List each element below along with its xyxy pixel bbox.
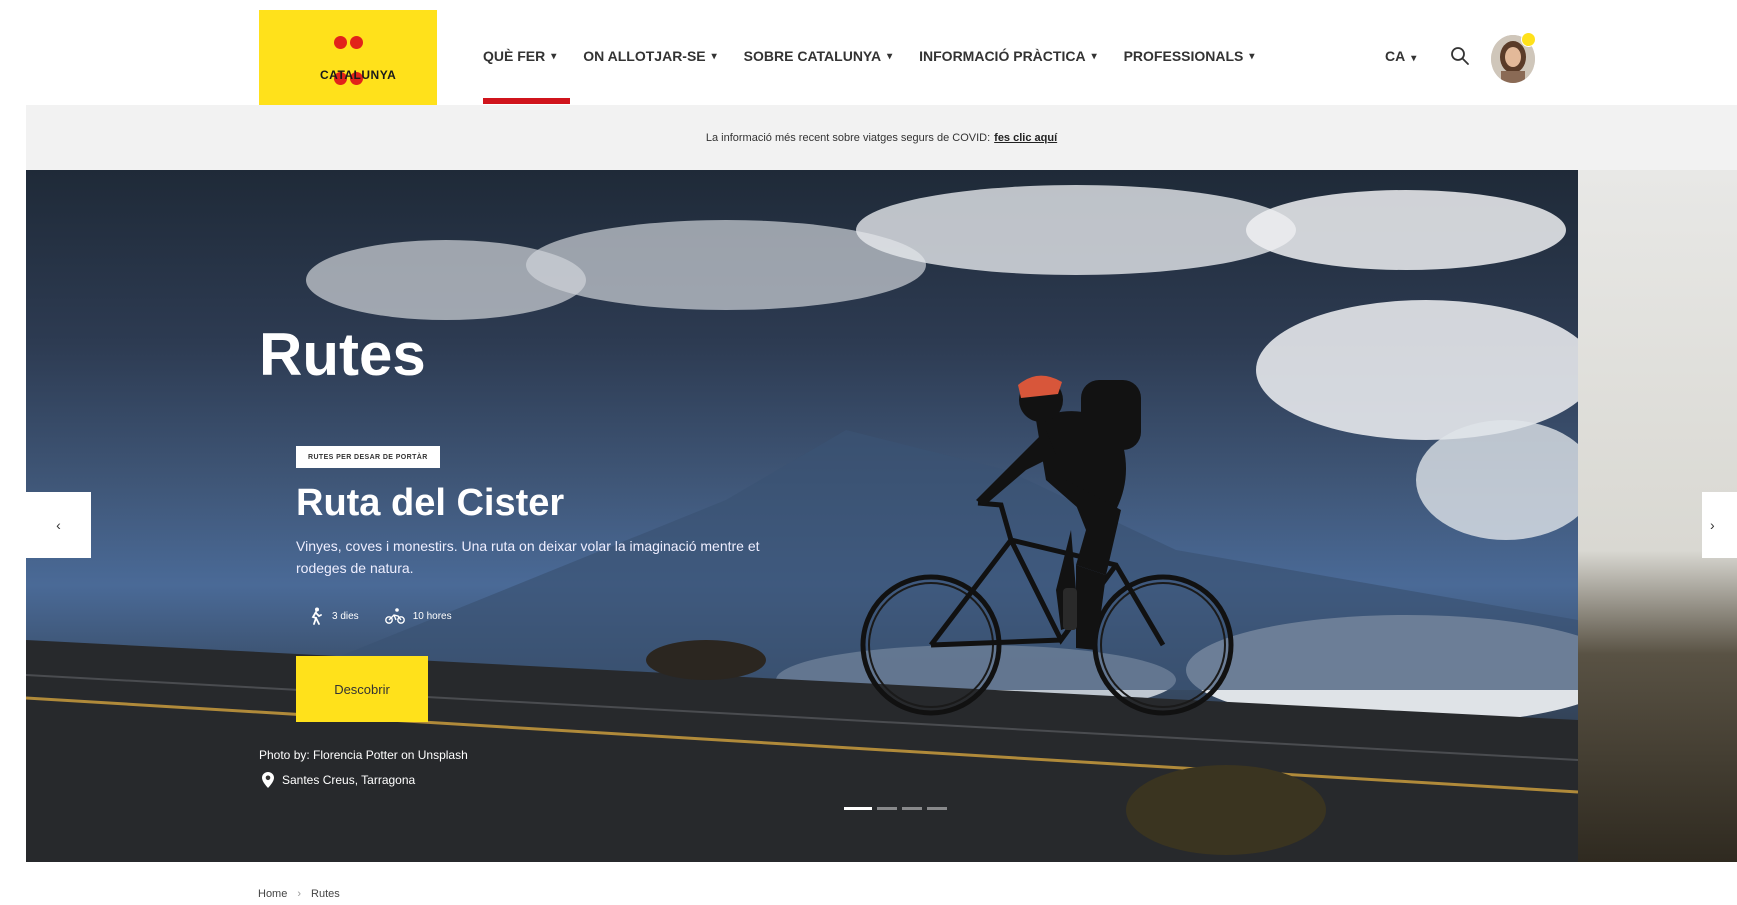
chevron-down-icon: ▾ [1411,53,1417,64]
cycling-icon [384,608,405,624]
location-text: Santes Creus, Tarragona [282,773,416,787]
carousel-prev-button[interactable]: ‹ [26,492,91,558]
active-nav-indicator [483,98,570,104]
route-time-text: 10 hores [412,610,452,622]
carousel-dot-4[interactable] [927,807,947,810]
photo-location: Santes Creus, Tarragona [262,772,415,788]
logo-mark: CATALUNYA [320,30,397,86]
nav-item-on-allotjar-se[interactable]: ON ALLOTJAR-SE ▾ [583,48,716,64]
carousel-dot-2[interactable] [877,807,897,810]
breadcrumb-home[interactable]: Home [258,888,287,900]
chevron-down-icon: ▾ [551,50,557,62]
route-time: 10 hores [384,608,452,624]
nav-item-label: QUÈ FER [483,48,546,64]
covid-banner: La informació més recent sobre viatges s… [26,105,1737,170]
page-title: Rutes [259,321,426,388]
carousel-next-button[interactable]: › [1702,492,1737,558]
language-selector[interactable]: CA ▾ [1385,48,1416,64]
nav-item-label: ON ALLOTJAR-SE [583,48,706,64]
nav-item-label: INFORMACIÓ PRÀCTICA [919,48,1086,64]
discover-button[interactable]: Descobrir [296,656,428,722]
nav-item-label: SOBRE CATALUNYA [743,48,882,64]
route-category-tag: RUTES PER DESAR DE PORTÀR [296,446,440,468]
nav-item-informacio-practica[interactable]: INFORMACIÓ PRÀCTICA ▾ [919,48,1096,64]
catalunya-logo[interactable]: CATALUNYA [259,10,437,105]
carousel-indicators [844,807,947,810]
chevron-right-icon: › [1710,517,1715,533]
hero-carousel: Rutes RUTES PER DESAR DE PORTÀR Ruta del… [26,170,1578,862]
chevron-down-icon: ▾ [1091,50,1097,62]
chevron-down-icon: ▾ [711,50,717,62]
banner-link[interactable]: fes clic aquí [994,132,1057,144]
main-nav: QUÈ FER ▾ ON ALLOTJAR-SE ▾ SOBRE CATALUNYA… [483,48,1254,64]
photo-credit: Photo by: Florencia Potter on Unsplash [259,748,468,762]
nav-item-que-fer[interactable]: QUÈ FER ▾ [483,48,556,64]
breadcrumb-current: Rutes [311,888,340,900]
route-duration: 3 dies [308,607,359,625]
breadcrumb-separator: › [297,888,302,900]
notification-badge [1521,32,1536,47]
banner-text: La informació més recent sobre viatges s… [705,131,991,144]
nav-item-sobre-catalunya[interactable]: SOBRE CATALUNYA ▾ [744,48,892,64]
breadcrumb: Home › Rutes [258,888,340,900]
carousel-dot-3[interactable] [902,807,922,810]
search-icon[interactable] [1450,46,1470,66]
carousel-dot-1[interactable] [844,807,872,810]
nav-item-label: PROFESSIONALS [1123,48,1244,64]
route-meta: 3 dies 10 hores [308,607,452,625]
chevron-down-icon: ▾ [1249,50,1255,62]
location-pin-icon [262,772,274,788]
route-description: Vinyes, coves i monestirs. Una ruta on d… [296,538,760,576]
chevron-left-icon: ‹ [56,517,61,533]
nav-item-professionals[interactable]: PROFESSIONALS ▾ [1124,48,1255,64]
chevron-down-icon: ▾ [887,50,893,62]
route-title: Ruta del Cister [296,482,565,524]
language-label: CA [1385,48,1406,64]
hiking-icon [311,607,322,625]
site-header: CATALUNYA QUÈ FER ▾ ON ALLOTJAR-SE ▾ SOBRE… [0,0,1737,105]
logo-text: CATALUNYA [320,67,397,82]
route-duration-text: 3 dies [332,610,359,622]
